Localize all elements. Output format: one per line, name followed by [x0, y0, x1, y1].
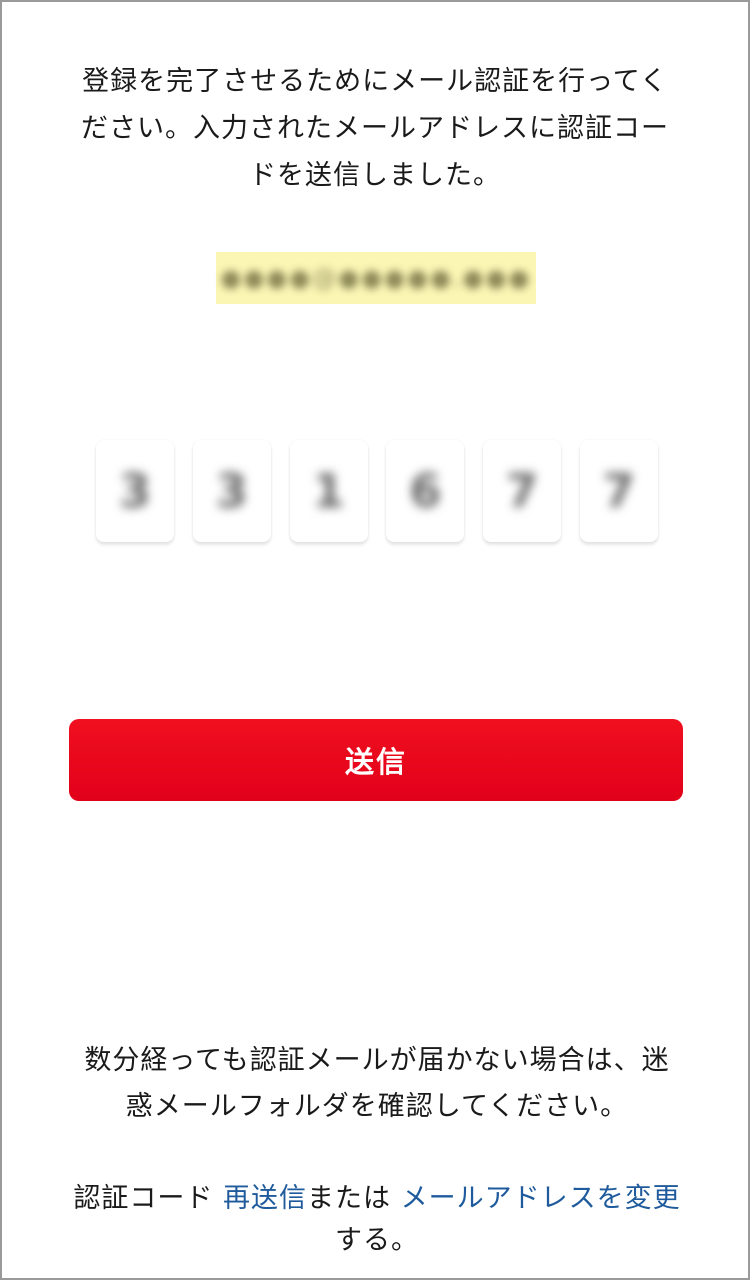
code-input-2[interactable]: 3 [192, 440, 271, 542]
change-email-link[interactable]: メールアドレスを変更 [401, 1183, 681, 1214]
code-digit: 6 [409, 464, 442, 518]
code-input-6[interactable]: 7 [579, 440, 658, 542]
notice-line: 数分経っても認証メールが届かない場合は、迷 [84, 1045, 670, 1076]
verification-code-inputs: 3 3 1 6 7 7 [96, 440, 658, 544]
screen: 登録を完了させるためにメール認証を行ってく ださい。入力されたメールアドレスに認… [0, 0, 750, 1280]
spam-folder-notice: 数分経っても認証メールが届かない場合は、迷 惑メールフォルダを確認してください。 [62, 1038, 692, 1130]
code-input-5[interactable]: 7 [483, 440, 562, 542]
code-digit: 1 [312, 464, 345, 518]
resend-code-link[interactable]: 再送信 [223, 1183, 307, 1214]
email-address-highlight: ●●●●@●●●●●.●●● [216, 252, 536, 304]
code-digit: 7 [602, 464, 635, 518]
or-text: または [307, 1183, 401, 1214]
code-input-3[interactable]: 1 [289, 440, 368, 542]
intro-line: 登録を完了させるためにメール認証を行ってく [82, 66, 668, 97]
intro-line: ださい。入力されたメールアドレスに認証コー [81, 113, 669, 144]
code-digit: 7 [506, 464, 539, 518]
send-button[interactable]: 送信 [69, 719, 683, 801]
code-digit: 3 [215, 464, 248, 518]
code-input-1[interactable]: 3 [96, 440, 174, 542]
notice-line: 惑メールフォルダを確認してください。 [125, 1091, 629, 1122]
resend-prefix-text: 認証コード [73, 1183, 223, 1214]
code-digit: 3 [118, 464, 151, 518]
code-input-4[interactable]: 6 [386, 440, 465, 542]
resend-suffix-text: する。 [335, 1225, 419, 1256]
email-address: ●●●●@●●●●●.●●● [220, 264, 532, 292]
intro-message: 登録を完了させるためにメール認証を行ってく ださい。入力されたメールアドレスに認… [62, 58, 688, 199]
resend-options: 認証コード 再送信または メールアドレスを変更 する。 [42, 1178, 712, 1262]
intro-line: ドを送信しました。 [249, 160, 501, 191]
